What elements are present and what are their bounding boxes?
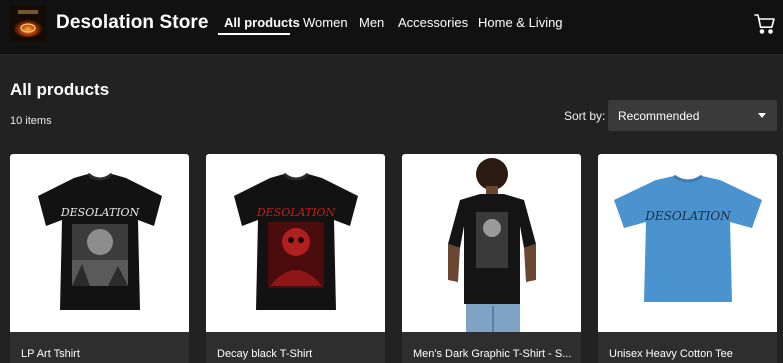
product-image[interactable]: DESOLATION — [206, 154, 385, 332]
nav-all-products[interactable]: All products — [224, 15, 300, 30]
svg-text:DESOLATION: DESOLATION — [644, 209, 731, 223]
nav-men[interactable]: Men — [359, 15, 384, 30]
product-image[interactable]: DESOLATION — [598, 154, 777, 332]
shopping-cart-icon[interactable] — [753, 12, 777, 36]
item-count: 10 items — [10, 115, 52, 127]
product-name[interactable]: Unisex Heavy Cotton Tee — [609, 348, 771, 360]
product-name[interactable]: LP Art Tshirt — [21, 348, 183, 360]
product-image[interactable] — [402, 154, 581, 332]
product-card[interactable]: DESOLATION Decay black T-Shirt — [206, 154, 385, 363]
chevron-down-icon — [758, 113, 766, 118]
svg-text:DESOLATION: DESOLATION — [256, 206, 336, 219]
site-header: Desolation Store All products Women Men … — [0, 0, 783, 54]
product-image[interactable]: DESOLATION — [10, 154, 189, 332]
nav-women[interactable]: Women — [303, 15, 348, 30]
nav-accessories[interactable]: Accessories — [398, 15, 468, 30]
sort-selected-value: Recommended — [618, 109, 700, 123]
product-card[interactable]: DESOLATION LP Art Tshirt — [10, 154, 189, 363]
svg-text:DESOLATION: DESOLATION — [60, 206, 140, 219]
product-name[interactable]: Men's Dark Graphic T-Shirt - S... — [413, 348, 575, 360]
product-caption[interactable]: Men's Dark Graphic T-Shirt - S... — [402, 332, 581, 363]
page-title: All products — [10, 80, 110, 99]
nav-active-underline — [218, 33, 290, 35]
sort-dropdown[interactable]: Recommended — [608, 100, 777, 131]
desolation-logo-icon[interactable] — [10, 5, 46, 41]
nav-home-living[interactable]: Home & Living — [478, 15, 563, 30]
product-name[interactable]: Decay black T-Shirt — [217, 348, 379, 360]
product-caption[interactable]: LP Art Tshirt — [10, 332, 189, 363]
product-card[interactable]: DESOLATION Unisex Heavy Cotton Tee — [598, 154, 777, 363]
product-card[interactable]: Men's Dark Graphic T-Shirt - S... — [402, 154, 581, 363]
sort-label: Sort by: — [564, 109, 606, 123]
product-caption[interactable]: Unisex Heavy Cotton Tee — [598, 332, 777, 363]
product-caption[interactable]: Decay black T-Shirt — [206, 332, 385, 363]
store-name[interactable]: Desolation Store — [56, 12, 209, 34]
